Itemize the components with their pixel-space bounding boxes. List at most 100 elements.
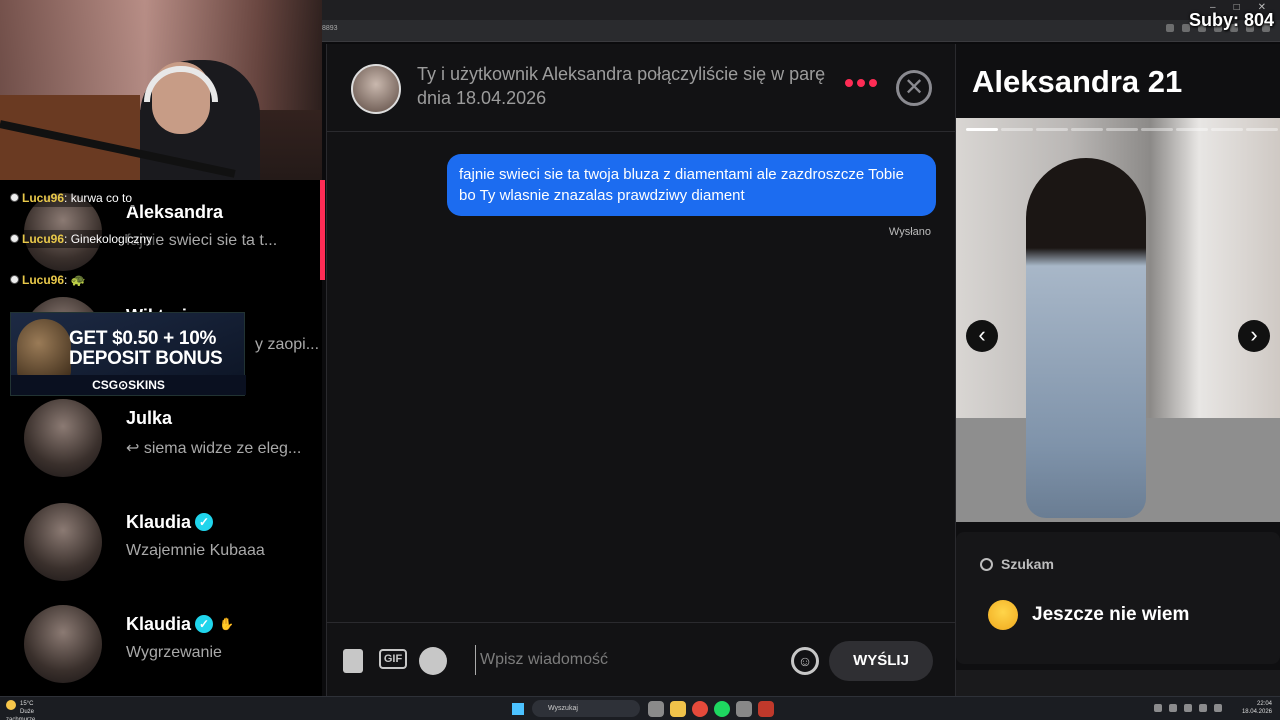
verified-badge-icon: ✓ bbox=[195, 513, 214, 531]
photo-progress bbox=[966, 128, 1278, 131]
photo-segment bbox=[1071, 128, 1103, 131]
ad-line-1: GET $0.50 + 10% bbox=[69, 328, 217, 349]
wave-hand-icon: ✋ bbox=[219, 617, 234, 631]
mascot-icon bbox=[17, 319, 71, 379]
webcam-overlay bbox=[0, 0, 322, 180]
file-explorer-icon[interactable] bbox=[670, 701, 686, 717]
soccer-ball-icon bbox=[10, 275, 19, 284]
task-view-icon[interactable] bbox=[648, 701, 664, 717]
taskbar: 15°C Duże zachmurze... Wyszukaj 22:04 18… bbox=[0, 696, 1280, 720]
clock-time: 22:04 bbox=[1256, 701, 1272, 707]
chat-message: Lucu96: 🐢 bbox=[6, 271, 90, 289]
chat-message: Lucu96: kurwa co to bbox=[6, 189, 137, 207]
message-status: Wysłano bbox=[888, 226, 931, 238]
photo-segment bbox=[1001, 128, 1033, 131]
match-preview: Wygrzewanie bbox=[126, 644, 222, 661]
chevron-left-icon[interactable]: ‹ bbox=[966, 320, 998, 352]
chevron-up-icon[interactable] bbox=[1154, 704, 1162, 712]
ad-banner[interactable]: GET $0.50 + 10% DEPOSIT BONUS CSG⊙SKINS bbox=[10, 312, 246, 396]
spotify-icon[interactable] bbox=[714, 701, 730, 717]
weather-widget[interactable]: 15°C Duże zachmurze... bbox=[6, 700, 56, 720]
chat-text: Ginekologiczny bbox=[70, 232, 153, 246]
photo-segment bbox=[1141, 128, 1173, 131]
avatar bbox=[24, 503, 102, 581]
match-preview: Wzajemnie Kubaaa bbox=[126, 542, 265, 559]
chat-text: kurwa co to bbox=[70, 191, 133, 205]
shield-icon[interactable] bbox=[758, 701, 774, 717]
contact-card-icon[interactable] bbox=[343, 649, 363, 673]
emoji-icon[interactable]: ☺ bbox=[791, 647, 819, 675]
subscriber-counter: Suby: 804 bbox=[1188, 10, 1274, 30]
photo-segment bbox=[1036, 128, 1068, 131]
chat-username: Lucu96 bbox=[22, 273, 65, 287]
gif-button[interactable]: GIF bbox=[379, 649, 407, 669]
settings-gear-icon[interactable] bbox=[736, 701, 752, 717]
chat-colon: : bbox=[64, 273, 71, 287]
looking-for-label-text: Szukam bbox=[1001, 556, 1054, 572]
weather-desc: Duże zachmurze... bbox=[6, 709, 41, 720]
message-composer: GIF ☺ WYŚLIJ bbox=[327, 622, 957, 696]
match-item[interactable]: Klaudia ✓ ✋ Wygrzewanie bbox=[0, 592, 322, 692]
battery-icon[interactable] bbox=[1214, 704, 1222, 712]
system-tray bbox=[1154, 704, 1222, 712]
match-name-text: Klaudia bbox=[126, 614, 192, 634]
match-info-text: Ty i użytkownik Aleksandra połączyliście… bbox=[417, 64, 826, 108]
chat-message: Lucu96: Ginekologiczny bbox=[6, 230, 157, 248]
ad-line-2: DEPOSIT BONUS bbox=[69, 348, 223, 369]
photo-person bbox=[1026, 158, 1146, 518]
chat-username: Lucu96 bbox=[22, 191, 65, 205]
address-bar[interactable]: 8893 bbox=[322, 20, 1280, 42]
dot-icon bbox=[869, 79, 877, 87]
match-name: Klaudia ✓ ✋ bbox=[126, 614, 234, 635]
clock[interactable]: 22:04 18.04.2026 bbox=[1242, 700, 1272, 716]
send-button[interactable]: WYŚLIJ bbox=[829, 641, 933, 681]
match-item[interactable]: Julka ↩ siema widze ze eleg... bbox=[0, 386, 322, 486]
match-preview: y zaopi... bbox=[255, 336, 320, 353]
windows-start-icon[interactable] bbox=[512, 703, 524, 715]
chrome-icon[interactable] bbox=[692, 701, 708, 717]
soccer-ball-icon bbox=[10, 234, 19, 243]
photo-segment bbox=[1106, 128, 1138, 131]
ad-brand: CSG⊙SKINS bbox=[11, 375, 246, 395]
spotify-icon[interactable] bbox=[419, 647, 447, 675]
browser-tabstrip: – □ ✕ bbox=[322, 0, 1280, 20]
verified-badge-icon: ✓ bbox=[195, 615, 214, 633]
match-name: Klaudia ✓ bbox=[126, 512, 214, 533]
profile-photo: ‹ › bbox=[956, 118, 1280, 522]
match-preview: ↩ siema widze ze eleg... bbox=[126, 440, 302, 457]
clock-date: 18.04.2026 bbox=[1241, 709, 1272, 715]
match-name-text: Klaudia bbox=[126, 512, 192, 532]
conversation-header: Ty i użytkownik Aleksandra połączyliście… bbox=[327, 44, 957, 132]
network-icon[interactable] bbox=[1184, 704, 1192, 712]
avatar[interactable] bbox=[351, 64, 401, 114]
sent-message-bubble: fajnie swieci sie ta twoja bluza z diame… bbox=[447, 154, 936, 216]
matches-sidebar: Aleksandra fajnie swieci sie ta t... Wik… bbox=[0, 180, 322, 696]
match-name: Julka bbox=[126, 408, 173, 428]
profile-name-age: Aleksandra 21 bbox=[972, 64, 1183, 99]
tray-app-icon[interactable] bbox=[1169, 704, 1177, 712]
taskbar-search[interactable]: Wyszukaj bbox=[532, 700, 640, 717]
profile-panel: Aleksandra 21 ‹ › Szukam Jeszcze nie wie… bbox=[956, 44, 1280, 696]
message-input[interactable] bbox=[475, 645, 775, 675]
looking-for-value: Jeszcze nie wiem bbox=[1032, 604, 1190, 625]
volume-icon[interactable] bbox=[1199, 704, 1207, 712]
screen: – □ ✕ 8893 Suby: 804 Aleksandra fajnie s… bbox=[0, 0, 1280, 720]
close-conversation-button[interactable]: ✕ bbox=[896, 70, 932, 106]
dot-icon bbox=[845, 79, 853, 87]
photo-segment bbox=[1176, 128, 1208, 131]
search-icon bbox=[980, 558, 993, 571]
avatar bbox=[24, 399, 102, 477]
chat-colon: : bbox=[64, 232, 71, 246]
taskbar-apps bbox=[648, 701, 774, 717]
ad-headline: GET $0.50 + 10% DEPOSIT BONUS bbox=[69, 328, 223, 369]
url-text: 8893 bbox=[322, 25, 338, 32]
looking-for-label: Szukam bbox=[980, 556, 1054, 572]
weather-icon bbox=[6, 700, 16, 710]
chat-username: Lucu96 bbox=[22, 232, 65, 246]
more-options-button[interactable] bbox=[845, 79, 877, 87]
chevron-right-icon[interactable]: › bbox=[1238, 320, 1270, 352]
match-item[interactable]: Klaudia ✓ Wzajemnie Kubaaa bbox=[0, 490, 322, 590]
photo-segment bbox=[1246, 128, 1278, 131]
soccer-ball-icon bbox=[10, 193, 19, 202]
location-icon[interactable] bbox=[1166, 24, 1174, 32]
